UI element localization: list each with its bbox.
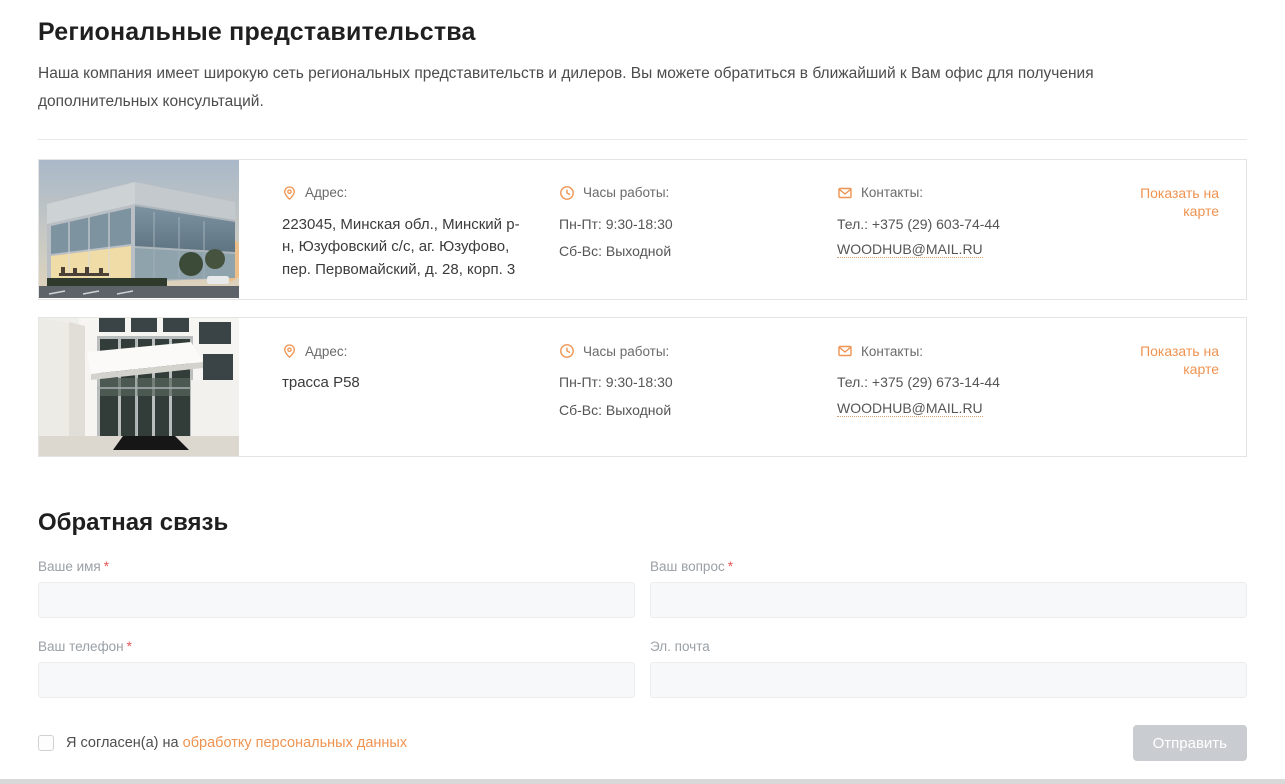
contacts-label-row: Контакты: [837, 185, 1097, 201]
question-input[interactable] [650, 582, 1247, 618]
office-card: Адрес: 223045, Минская обл., Минский р-н… [38, 159, 1247, 301]
consent-row: Я согласен(а) на обработку персональных … [38, 725, 1247, 761]
show-on-map-link[interactable]: Показать на карте [1140, 343, 1219, 377]
office-phone: Тел.: +375 (29) 603-74-44 [837, 214, 1097, 234]
office-email-link[interactable]: WOODHUB@MAIL.RU [837, 241, 983, 258]
hours-label: Часы работы: [583, 185, 669, 200]
location-pin-icon [282, 343, 297, 359]
address-label-row: Адрес: [282, 185, 527, 201]
required-asterisk: * [104, 559, 109, 574]
feedback-form: Ваше имя* Ваш вопрос* Ваш телефон* Эл. п… [38, 559, 1247, 698]
clock-icon [559, 343, 575, 359]
page-title: Региональные представительства [38, 18, 1247, 47]
hours-weekend: Сб-Вс: Выходной [559, 241, 817, 261]
office-address-column: Адрес: 223045, Минская обл., Минский р-н… [239, 160, 559, 300]
address-label: Адрес: [305, 344, 347, 359]
phone-field-label: Ваш телефон [38, 639, 124, 654]
field-group-phone: Ваш телефон* [38, 639, 635, 698]
office-photo [39, 318, 239, 456]
glass-office-building-image [39, 160, 239, 298]
office-contacts-column: Контакты: Тел.: +375 (29) 673-14-44 WOOD… [837, 318, 1107, 456]
hours-label: Часы работы: [583, 344, 669, 359]
consent-text: Я согласен(а) на обработку персональных … [66, 735, 407, 751]
hours-weekdays: Пн-Пт: 9:30-18:30 [559, 372, 817, 392]
office-contacts: Тел.: +375 (29) 603-74-44 WOODHUB@MAIL.R… [837, 214, 1097, 259]
feedback-form-title: Обратная связь [38, 509, 1247, 537]
envelope-icon [837, 185, 853, 201]
field-label: Ваш вопрос* [650, 559, 1247, 574]
hours-label-row: Часы работы: [559, 185, 817, 201]
office-map-column: Показать на карте [1107, 318, 1246, 456]
office-photo [39, 160, 239, 300]
hours-weekdays: Пн-Пт: 9:30-18:30 [559, 214, 817, 234]
consent-text-static: Я согласен(а) на [66, 735, 179, 751]
show-on-map-link[interactable]: Показать на карте [1140, 185, 1219, 219]
office-cards-list: Адрес: 223045, Минская обл., Минский р-н… [38, 159, 1247, 458]
address-label-row: Адрес: [282, 343, 527, 359]
office-address: 223045, Минская обл., Минский р-н, Юзуфо… [282, 214, 527, 282]
office-address-column: Адрес: трасса Р58 [239, 318, 559, 456]
field-label: Ваше имя* [38, 559, 635, 574]
field-group-email: Эл. почта [650, 639, 1247, 698]
office-phone: Тел.: +375 (29) 673-14-44 [837, 372, 1097, 392]
name-input[interactable] [38, 582, 635, 618]
main-content: Региональные представительства Наша комп… [0, 0, 1285, 779]
contacts-label: Контакты: [861, 185, 923, 200]
field-label: Эл. почта [650, 639, 1247, 654]
white-office-entrance-image [39, 318, 239, 456]
office-contacts-column: Контакты: Тел.: +375 (29) 603-74-44 WOOD… [837, 160, 1107, 300]
office-hours: Пн-Пт: 9:30-18:30 Сб-Вс: Выходной [559, 372, 817, 420]
clock-icon [559, 185, 575, 201]
required-asterisk: * [728, 559, 733, 574]
office-contacts: Тел.: +375 (29) 673-14-44 WOODHUB@MAIL.R… [837, 372, 1097, 417]
name-field-label: Ваше имя [38, 559, 101, 574]
office-map-column: Показать на карте [1107, 160, 1246, 300]
envelope-icon [837, 343, 853, 359]
consent-left: Я согласен(а) на обработку персональных … [38, 735, 407, 751]
address-label: Адрес: [305, 185, 347, 200]
office-hours: Пн-Пт: 9:30-18:30 Сб-Вс: Выходной [559, 214, 817, 262]
question-field-label: Ваш вопрос [650, 559, 725, 574]
phone-input[interactable] [38, 662, 635, 698]
office-email-link[interactable]: WOODHUB@MAIL.RU [837, 400, 983, 417]
office-card: Адрес: трасса Р58 Часы работы: Пн-Пт: 9:… [38, 317, 1247, 457]
intro-paragraph: Наша компания имеет широкую сеть региона… [38, 60, 1168, 116]
email-input[interactable] [650, 662, 1247, 698]
personal-data-link[interactable]: обработку персональных данных [183, 735, 407, 751]
field-label: Ваш телефон* [38, 639, 635, 654]
contacts-label: Контакты: [861, 344, 923, 359]
contacts-label-row: Контакты: [837, 343, 1097, 359]
hours-weekend: Сб-Вс: Выходной [559, 400, 817, 420]
consent-checkbox[interactable] [38, 735, 54, 751]
section-divider [38, 139, 1247, 140]
office-hours-column: Часы работы: Пн-Пт: 9:30-18:30 Сб-Вс: Вы… [559, 318, 837, 456]
email-field-label: Эл. почта [650, 639, 710, 654]
field-group-name: Ваше имя* [38, 559, 635, 618]
field-group-question: Ваш вопрос* [650, 559, 1247, 618]
submit-button[interactable]: Отправить [1133, 725, 1247, 761]
location-pin-icon [282, 185, 297, 201]
office-hours-column: Часы работы: Пн-Пт: 9:30-18:30 Сб-Вс: Вы… [559, 160, 837, 300]
office-address: трасса Р58 [282, 372, 527, 395]
hours-label-row: Часы работы: [559, 343, 817, 359]
footer-strip [0, 779, 1285, 784]
required-asterisk: * [127, 639, 132, 654]
